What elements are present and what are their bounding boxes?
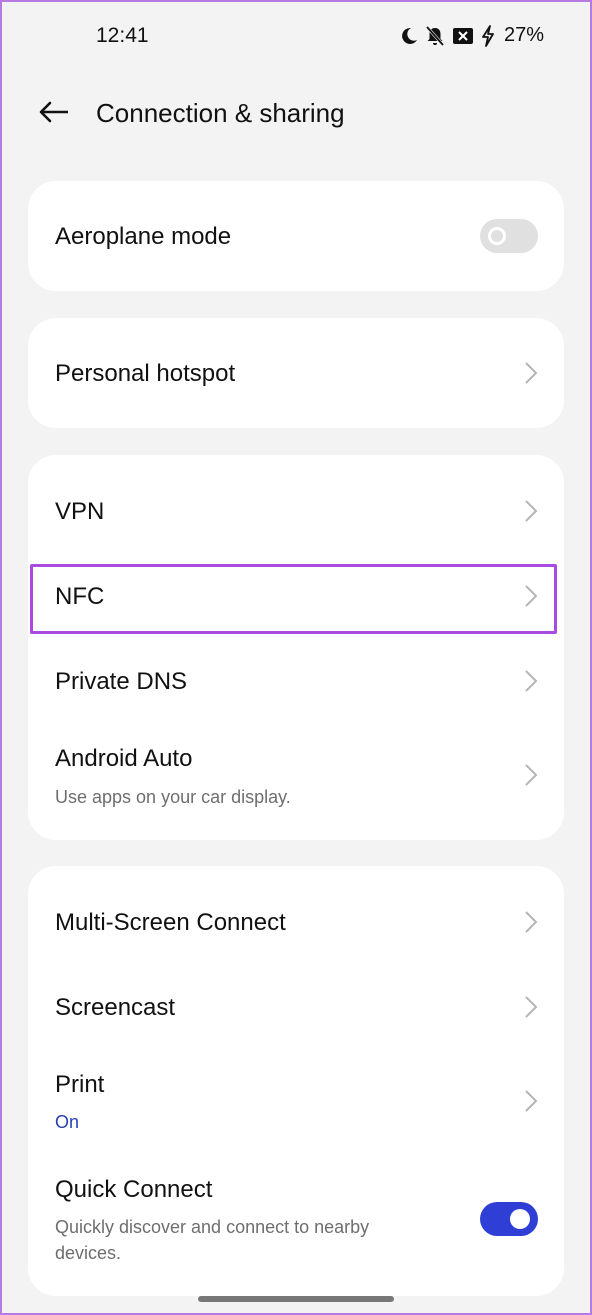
screencast-label: Screencast bbox=[55, 994, 176, 1021]
quick-connect-row[interactable]: Quick Connect Quickly discover and conne… bbox=[28, 1161, 564, 1281]
print-row[interactable]: Print On bbox=[28, 1056, 564, 1146]
vpn-label: VPN bbox=[55, 498, 105, 525]
chevron-right-icon bbox=[525, 670, 538, 692]
nfc-label: NFC bbox=[55, 583, 105, 610]
android-auto-subtitle: Use apps on your car display. bbox=[55, 787, 291, 807]
vpn-row[interactable]: VPN bbox=[28, 475, 564, 547]
personal-hotspot-row[interactable]: Personal hotspot bbox=[28, 318, 564, 428]
chevron-right-icon bbox=[525, 362, 538, 384]
toggle-knob bbox=[488, 227, 506, 245]
android-auto-label: Android Auto bbox=[55, 745, 193, 772]
aeroplane-mode-label: Aeroplane mode bbox=[55, 223, 232, 250]
nfc-row[interactable]: NFC bbox=[28, 560, 564, 632]
multi-screen-connect-row[interactable]: Multi-Screen Connect bbox=[28, 886, 564, 958]
aeroplane-mode-row[interactable]: Aeroplane mode bbox=[28, 181, 564, 291]
android-auto-row[interactable]: Android Auto Use apps on your car displa… bbox=[28, 730, 564, 820]
page-title: Connection & sharing bbox=[96, 98, 345, 128]
aeroplane-mode-toggle[interactable] bbox=[480, 219, 538, 253]
quick-connect-label: Quick Connect bbox=[55, 1176, 213, 1203]
chevron-right-icon bbox=[525, 911, 538, 933]
quick-connect-subtitle-line2: devices. bbox=[55, 1243, 122, 1263]
status-bar: 12:41 27% bbox=[0, 0, 592, 72]
back-button[interactable] bbox=[34, 96, 74, 132]
quick-connect-toggle[interactable] bbox=[480, 1202, 538, 1236]
multi-screen-connect-label: Multi-Screen Connect bbox=[55, 909, 286, 936]
network-card: VPN NFC Private DNS Android Auto Use app… bbox=[28, 455, 564, 840]
print-label: Print bbox=[55, 1071, 105, 1098]
chevron-right-icon bbox=[525, 996, 538, 1018]
header: Connection & sharing bbox=[0, 84, 592, 144]
arrow-left-icon bbox=[38, 101, 70, 128]
home-indicator[interactable] bbox=[198, 1296, 394, 1302]
status-time: 12:41 bbox=[96, 24, 149, 47]
moon-icon bbox=[400, 26, 418, 46]
private-dns-label: Private DNS bbox=[55, 668, 188, 695]
status-icons: 27% bbox=[400, 24, 544, 47]
screencast-row[interactable]: Screencast bbox=[28, 971, 564, 1043]
chevron-right-icon bbox=[525, 585, 538, 607]
sim-x-icon bbox=[452, 27, 474, 45]
bell-off-icon bbox=[425, 25, 445, 47]
private-dns-row[interactable]: Private DNS bbox=[28, 645, 564, 717]
sharing-card: Multi-Screen Connect Screencast Print On… bbox=[28, 866, 564, 1296]
quick-connect-subtitle-line1: Quickly discover and connect to nearby bbox=[55, 1217, 370, 1237]
hotspot-card: Personal hotspot bbox=[28, 318, 564, 428]
aeroplane-card: Aeroplane mode bbox=[28, 181, 564, 291]
toggle-knob bbox=[510, 1209, 530, 1229]
battery-percentage: 27% bbox=[503, 24, 544, 46]
chevron-right-icon bbox=[525, 500, 538, 522]
charging-bolt-icon bbox=[481, 24, 495, 47]
chevron-right-icon bbox=[525, 764, 538, 786]
print-status: On bbox=[55, 1112, 80, 1132]
personal-hotspot-label: Personal hotspot bbox=[55, 360, 236, 387]
chevron-right-icon bbox=[525, 1090, 538, 1112]
